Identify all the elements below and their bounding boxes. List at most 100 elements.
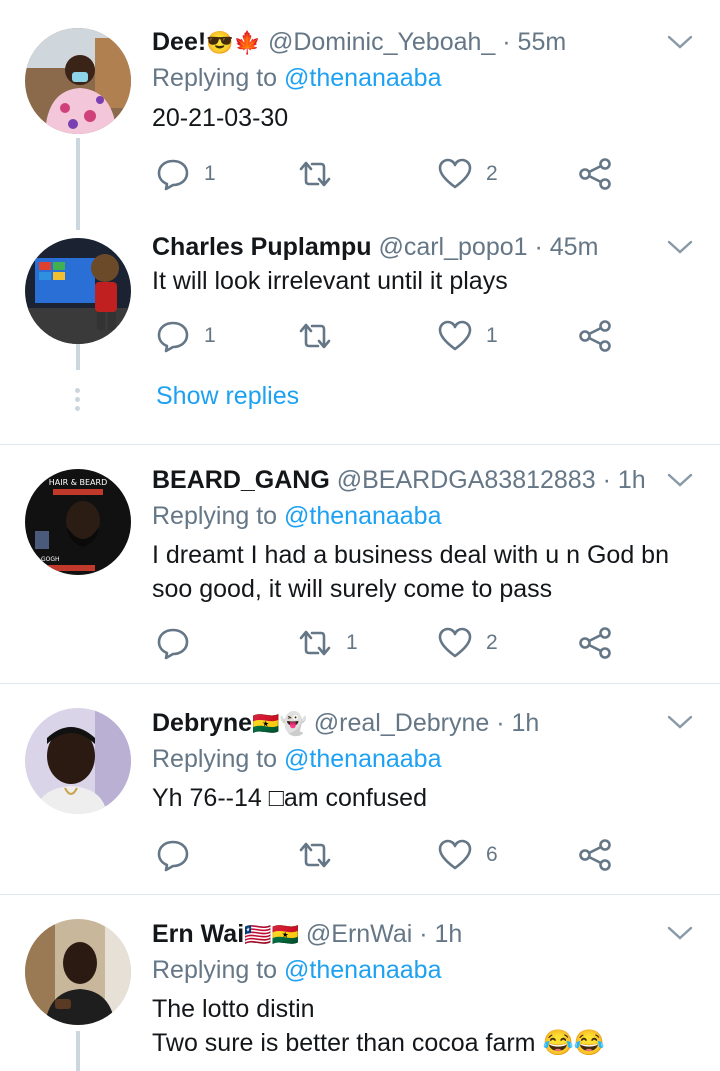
like-count: 1 — [486, 324, 498, 347]
tweet-text: It will look irrelevant until it plays — [152, 267, 508, 295]
reply-button[interactable] — [156, 625, 204, 661]
display-name[interactable]: Dee! — [152, 28, 206, 56]
thread-continuation-dots — [75, 388, 81, 415]
timestamp[interactable]: 1h — [435, 920, 463, 948]
tweet-header: Ern Wai🇱🇷🇬🇭 @ErnWai · 1h — [152, 919, 462, 950]
reply-count: 1 — [204, 324, 216, 347]
mention-link[interactable]: @thenanaaba — [284, 956, 441, 984]
reply-count: 1 — [204, 162, 216, 185]
chevron-down-icon[interactable] — [666, 237, 694, 257]
like-button[interactable]: 2 — [438, 625, 498, 661]
avatar[interactable] — [25, 238, 131, 344]
avatar[interactable] — [25, 28, 131, 134]
mention-link[interactable]: @thenanaaba — [284, 64, 441, 92]
avatar-text-top: HAIR & BEARD — [49, 478, 107, 487]
share-icon — [579, 627, 611, 659]
chevron-down-icon[interactable] — [666, 470, 694, 490]
user-handle[interactable]: @ErnWai — [306, 920, 412, 948]
display-name[interactable]: Charles Puplampu — [152, 233, 372, 261]
timestamp[interactable]: 45m — [550, 233, 599, 261]
retweet-icon — [299, 161, 331, 187]
replying-to: Replying to @thenanaaba — [152, 745, 442, 773]
tweet-1[interactable]: Dee!😎🍁 @Dominic_Yeboah_ · 55m Replying t… — [0, 0, 720, 230]
share-button[interactable] — [578, 837, 612, 873]
like-count: 6 — [486, 843, 498, 866]
tweet-header: BEARD_GANG @BEARDGA83812883 · 1h — [152, 465, 646, 495]
thread-line — [76, 138, 80, 230]
share-icon — [579, 839, 611, 871]
reply-button[interactable]: 1 — [156, 318, 216, 354]
separator: · — [595, 466, 618, 494]
separator: · — [412, 920, 435, 948]
share-button[interactable] — [578, 156, 612, 192]
user-handle[interactable]: @Dominic_Yeboah_ — [268, 28, 495, 56]
name-emoji: 🇬🇭👻 — [252, 711, 307, 736]
reply-icon — [157, 840, 189, 872]
chevron-down-icon[interactable] — [666, 712, 694, 732]
retweet-button[interactable]: 1 — [298, 625, 358, 661]
tweet-text: 20-21-03-30 — [152, 104, 289, 132]
tweet-3[interactable]: HAIR & BEARD GOGH BEARD_GANG @BEARDGA838… — [0, 445, 720, 683]
like-count: 2 — [486, 631, 498, 654]
replying-to: Replying to @thenanaaba — [152, 502, 442, 530]
reply-icon — [157, 321, 189, 353]
heart-icon — [438, 320, 472, 351]
tweet-text: The lotto distin Two sure is better than… — [152, 995, 605, 1057]
timestamp[interactable]: 1h — [511, 709, 539, 737]
user-handle[interactable]: @real_Debryne — [314, 709, 489, 737]
heart-icon — [438, 839, 472, 870]
like-button[interactable]: 6 — [438, 837, 498, 873]
retweet-icon — [299, 323, 331, 349]
share-button[interactable] — [578, 625, 612, 661]
action-bar: 6 — [152, 837, 622, 873]
user-handle[interactable]: @carl_popo1 — [378, 233, 527, 261]
retweet-button[interactable] — [298, 837, 346, 873]
like-button[interactable]: 2 — [438, 156, 498, 192]
action-bar: 1 2 — [152, 625, 622, 661]
tweet-2[interactable]: Charles Puplampu @carl_popo1 · 45m It wi… — [0, 230, 720, 444]
avatar[interactable] — [25, 919, 131, 1025]
retweet-count: 1 — [346, 631, 358, 654]
name-emoji: 🇱🇷🇬🇭 — [244, 922, 299, 947]
tweet-text: Yh 76--14 □am confused — [152, 784, 427, 812]
display-name[interactable]: BEARD_GANG — [152, 466, 330, 494]
name-emoji: 😎🍁 — [206, 30, 261, 55]
separator: · — [527, 233, 550, 261]
retweet-icon — [299, 630, 331, 656]
replying-to: Replying to @thenanaaba — [152, 956, 442, 984]
timestamp[interactable]: 55m — [518, 28, 567, 56]
timestamp[interactable]: 1h — [618, 466, 646, 494]
tweet-4[interactable]: Debryne🇬🇭👻 @real_Debryne · 1h Replying t… — [0, 684, 720, 894]
reply-button[interactable] — [156, 837, 204, 873]
heart-icon — [438, 627, 472, 658]
like-button[interactable]: 1 — [438, 318, 498, 354]
replying-to: Replying to @thenanaaba — [152, 64, 442, 92]
retweet-button[interactable] — [298, 318, 346, 354]
thread-line — [76, 1031, 80, 1071]
tweet-header: Charles Puplampu @carl_popo1 · 45m — [152, 232, 598, 262]
mention-link[interactable]: @thenanaaba — [284, 502, 441, 530]
tweet-text: I dreamt I had a business deal with u n … — [152, 541, 669, 603]
display-name[interactable]: Debryne — [152, 709, 252, 737]
chevron-down-icon[interactable] — [666, 32, 694, 52]
user-handle[interactable]: @BEARDGA83812883 — [337, 466, 596, 494]
tweet-header: Debryne🇬🇭👻 @real_Debryne · 1h — [152, 708, 539, 739]
share-icon — [579, 320, 611, 352]
retweet-icon — [299, 842, 331, 868]
thread-line — [76, 344, 80, 370]
chevron-down-icon[interactable] — [666, 923, 694, 943]
tweet-5[interactable]: Ern Wai🇱🇷🇬🇭 @ErnWai · 1h Replying to @th… — [0, 895, 720, 1071]
show-replies-link[interactable]: Show replies — [156, 382, 299, 411]
reply-icon — [157, 159, 189, 191]
share-icon — [579, 158, 611, 190]
avatar[interactable]: HAIR & BEARD GOGH — [25, 469, 131, 575]
display-name[interactable]: Ern Wai — [152, 920, 244, 948]
avatar-text-bottom: GOGH — [41, 556, 60, 563]
avatar[interactable] — [25, 708, 131, 814]
retweet-button[interactable] — [298, 156, 346, 192]
share-button[interactable] — [578, 318, 612, 354]
tweet-header: Dee!😎🍁 @Dominic_Yeboah_ · 55m — [152, 27, 566, 58]
mention-link[interactable]: @thenanaaba — [284, 745, 441, 773]
reply-button[interactable]: 1 — [156, 156, 216, 192]
separator: · — [495, 28, 518, 56]
